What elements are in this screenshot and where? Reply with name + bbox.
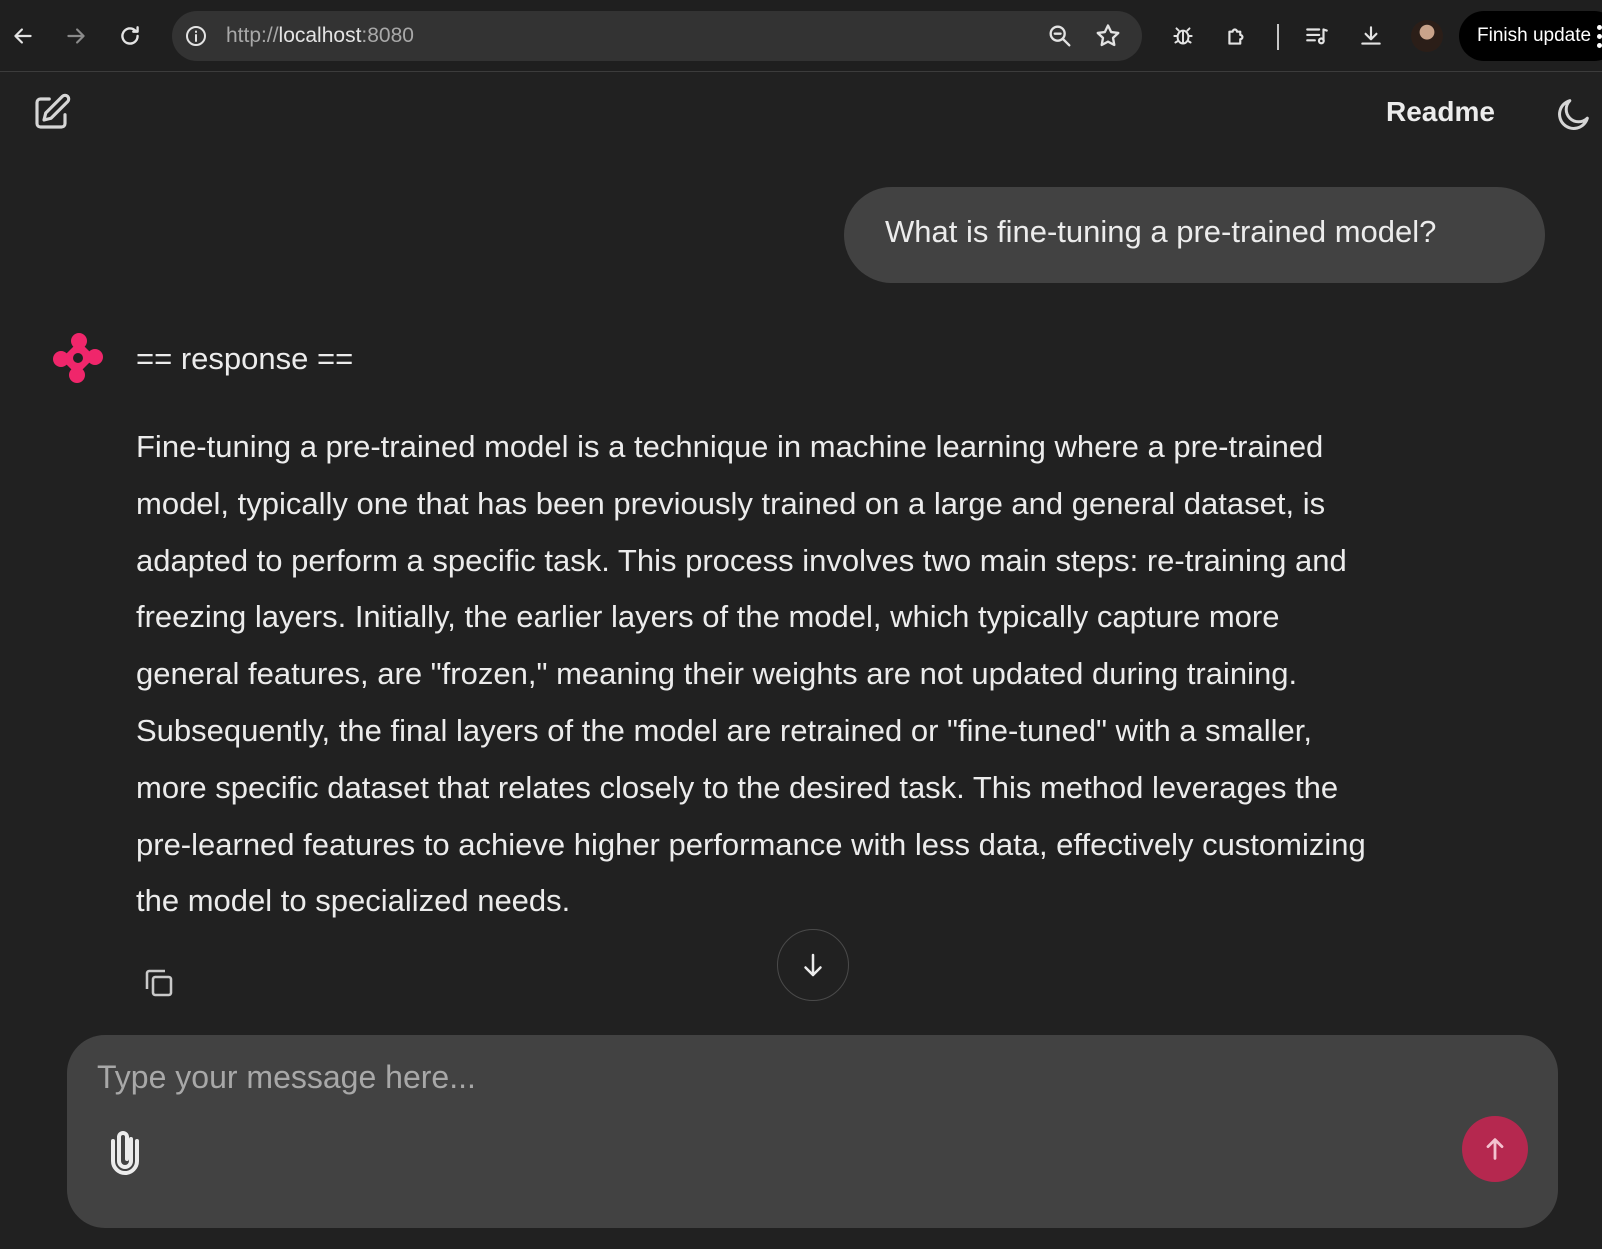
user-message-text: What is fine-tuning a pre-trained model? <box>885 214 1437 249</box>
response-line: Fine-tuning a pre-trained model is a tec… <box>136 429 1324 464</box>
finish-update-label: Finish update <box>1477 25 1592 46</box>
forward-icon <box>67 28 85 44</box>
response-line: more specific dataset that relates close… <box>136 769 1339 805</box>
arrow-down-icon <box>804 953 822 977</box>
finish-update-button[interactable]: Finish update <box>1459 11 1602 61</box>
toolbar-divider <box>1277 24 1279 50</box>
message-composer <box>67 1035 1558 1228</box>
star-icon <box>1096 24 1120 47</box>
reload-button[interactable] <box>110 16 150 56</box>
url-text[interactable]: http://localhost:8080 <box>226 24 414 48</box>
profile-avatar[interactable] <box>1411 20 1443 52</box>
back-button[interactable] <box>3 16 43 56</box>
response-title: == response == <box>136 341 354 376</box>
media-icon <box>1306 28 1328 45</box>
url-host: localhost <box>278 24 362 47</box>
response-line: the model to specialized needs. <box>136 883 571 919</box>
zoom-button[interactable] <box>1046 22 1074 50</box>
site-info-button[interactable] <box>182 22 210 50</box>
more-icon <box>1597 25 1602 48</box>
back-icon <box>14 28 32 44</box>
user-message-bubble: What is fine-tuning a pre-trained model? <box>844 187 1545 283</box>
download-icon <box>1361 26 1381 45</box>
extension-bug-icon <box>1173 27 1193 45</box>
message-input[interactable] <box>97 1059 1397 1109</box>
extension-button[interactable] <box>1163 16 1203 56</box>
response-line: adapted to perform a specific task. This… <box>136 542 1347 578</box>
copy-button[interactable] <box>141 965 177 1001</box>
bookmark-button[interactable] <box>1094 22 1122 50</box>
response-line: general features, are "frozen," meaning … <box>136 656 1298 692</box>
media-controls-button[interactable] <box>1297 16 1337 56</box>
response-line: Subsequently, the final layers of the mo… <box>136 712 1312 748</box>
address-bar[interactable]: http://localhost:8080 <box>172 11 1142 61</box>
assistant-avatar <box>52 332 104 384</box>
scroll-to-bottom-button[interactable] <box>777 929 849 1001</box>
theme-toggle-button[interactable] <box>1554 94 1594 134</box>
response-line: model, typically one that has been previ… <box>136 485 1326 521</box>
downloads-button[interactable] <box>1351 16 1391 56</box>
send-button[interactable] <box>1462 1116 1528 1182</box>
new-chat-icon <box>35 93 71 129</box>
attach-button[interactable] <box>105 1127 145 1175</box>
info-icon <box>186 26 206 46</box>
url-scheme: http:// <box>226 24 279 47</box>
zoom-icon <box>1049 25 1071 47</box>
extensions-menu-button[interactable] <box>1217 16 1257 56</box>
extensions-icon <box>1228 28 1244 45</box>
response-line: freezing layers. Initially, the earlier … <box>136 599 1280 635</box>
url-port: :8080 <box>361 24 414 47</box>
moon-icon <box>1558 99 1589 130</box>
copy-icon <box>145 969 173 997</box>
readme-link[interactable]: Readme <box>1386 96 1495 128</box>
reload-icon <box>121 26 139 45</box>
paperclip-icon <box>111 1131 139 1175</box>
arrow-up-icon <box>1486 1138 1504 1160</box>
response-line: pre-learned features to achieve higher p… <box>136 826 1366 862</box>
forward-button[interactable] <box>56 16 96 56</box>
assistant-logo-icon <box>53 333 103 383</box>
browser-toolbar: http://localhost:8080 Finish update <box>0 0 1602 72</box>
assistant-message-text: Fine-tuning a pre-trained model is a tec… <box>136 419 1556 930</box>
new-chat-button[interactable] <box>30 92 72 134</box>
